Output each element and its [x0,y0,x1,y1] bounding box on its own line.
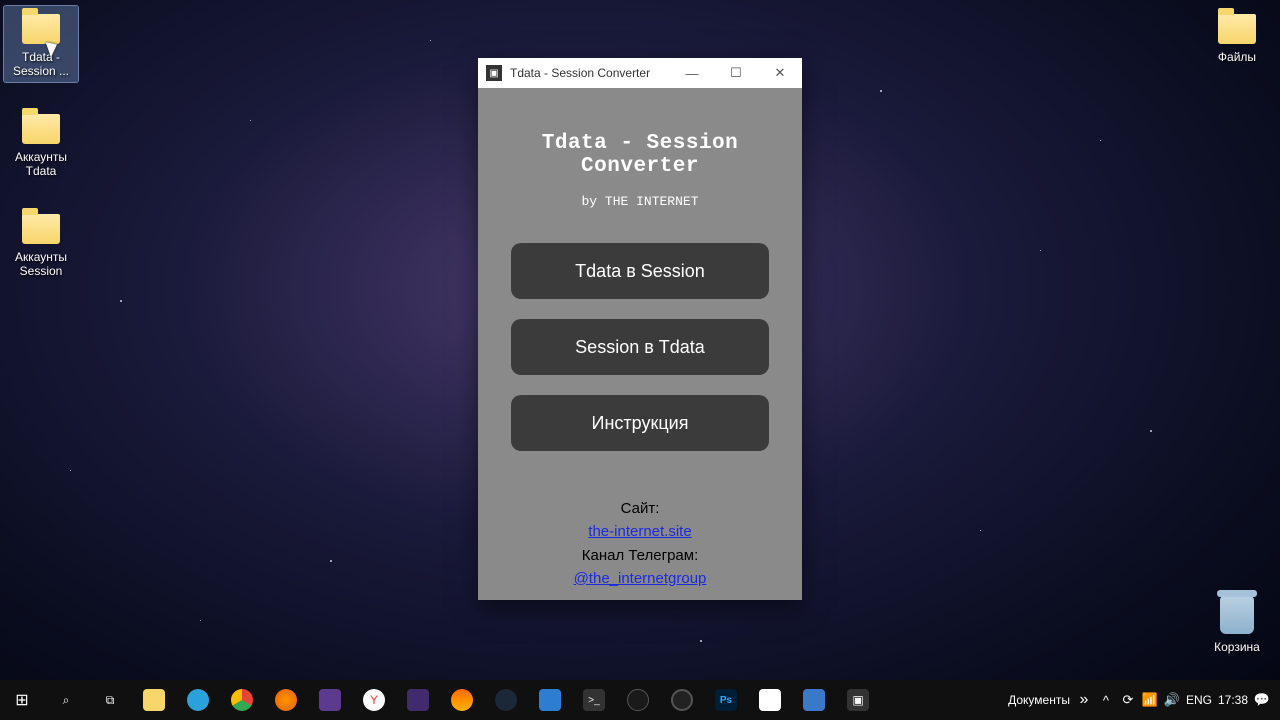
taskbar-app-4[interactable] [528,680,572,720]
tray-notifications-icon[interactable]: 💬 [1254,692,1270,708]
terminal-icon: >_ [583,689,605,711]
yandex-icon: Y [363,689,385,711]
taskbar-app-photoshop[interactable]: Ps [704,680,748,720]
tray-sync-icon[interactable]: ⟳ [1120,692,1136,708]
session-to-tdata-button[interactable]: Session в Tdata [511,319,769,375]
desktop-icon-label: Корзина [1204,640,1270,654]
taskbar-app-6[interactable] [616,680,660,720]
chrome-icon [231,689,253,711]
site-label: Сайт: [498,497,782,520]
app-subheading: by THE INTERNET [498,194,782,209]
steam-icon [495,689,517,711]
app-icon: ▣ [486,65,502,81]
desktop-icon-files[interactable]: Файлы [1200,6,1274,68]
tray-volume-icon[interactable]: 🔊 [1164,692,1180,708]
instructions-button[interactable]: Инструкция [511,395,769,451]
tray-chevron-icon[interactable]: » [1076,692,1092,708]
tray-label[interactable]: Документы [1008,693,1070,707]
window-title: Tdata - Session Converter [510,66,670,80]
app-icon [451,689,473,711]
tdata-to-session-button[interactable]: Tdata в Session [511,243,769,299]
maximize-button[interactable]: ☐ [714,58,758,88]
task-view-icon: ⧉ [99,689,121,711]
app-icon [539,689,561,711]
tray-clock[interactable]: 17:38 [1218,693,1248,707]
search-button[interactable]: ⌕ [44,680,88,720]
telegram-link[interactable]: @the_internetgroup [574,570,707,587]
taskbar-app-current[interactable]: ▣ [836,680,880,720]
desktop-icon-label: Файлы [1204,50,1270,64]
app-heading: Tdata - Session Converter [498,132,782,178]
telegram-icon [187,689,209,711]
desktop-icon-recycle-bin[interactable]: Корзина [1200,590,1274,658]
minimize-button[interactable]: — [670,58,714,88]
task-view-button[interactable]: ⧉ [88,680,132,720]
app-icon [407,689,429,711]
desktop-icon-label: Tdata - Session ... [8,50,74,78]
system-tray: Документы » ^ ⟳ 📶 🔊 ENG 17:38 💬 [998,680,1280,720]
taskbar: ⊞ ⌕ ⧉ Y >_ Ps ▣ Документы » ^ ⟳ 📶 🔊 ENG … [0,680,1280,720]
site-link[interactable]: the-internet.site [588,523,691,540]
desktop-icon-accounts-session[interactable]: Аккаунты Session [4,206,78,282]
word-icon [759,689,781,711]
folder-icon [1218,14,1256,44]
app-icon: ▣ [847,689,869,711]
taskbar-app-5[interactable]: >_ [572,680,616,720]
folder-icon [22,114,60,144]
taskbar-app-7[interactable] [792,680,836,720]
tray-language[interactable]: ENG [1186,693,1212,707]
taskbar-app-firefox[interactable] [264,680,308,720]
taskbar-app-obs[interactable] [660,680,704,720]
desktop-icon-label: Аккаунты Session [8,250,74,278]
app-icon [319,689,341,711]
firefox-icon [275,689,297,711]
obs-icon [671,689,693,711]
tray-wifi-icon[interactable]: 📶 [1142,692,1158,708]
folder-icon [22,214,60,244]
recycle-bin-icon [1220,596,1254,634]
taskbar-app-explorer[interactable] [132,680,176,720]
taskbar-app-chrome[interactable] [220,680,264,720]
photoshop-icon: Ps [715,689,737,711]
close-button[interactable]: ✕ [758,58,802,88]
tray-chevron-up-icon[interactable]: ^ [1098,692,1114,708]
app-window: ▣ Tdata - Session Converter — ☐ ✕ Tdata … [478,58,802,600]
taskbar-app-telegram[interactable] [176,680,220,720]
telegram-label: Канал Телеграм: [498,544,782,567]
titlebar[interactable]: ▣ Tdata - Session Converter — ☐ ✕ [478,58,802,88]
taskbar-app-1[interactable] [308,680,352,720]
start-button[interactable]: ⊞ [0,680,44,720]
desktop-icon-tdata-session[interactable]: Tdata - Session ... [4,6,78,82]
search-icon: ⌕ [55,689,77,711]
desktop-icon-accounts-tdata[interactable]: Аккаунты Tdata [4,106,78,182]
taskbar-app-yandex[interactable]: Y [352,680,396,720]
folder-icon [22,14,60,44]
taskbar-app-3[interactable] [440,680,484,720]
taskbar-app-steam[interactable] [484,680,528,720]
explorer-icon [143,689,165,711]
links-block: Сайт: the-internet.site Канал Телеграм: … [498,497,782,590]
app-icon [803,689,825,711]
taskbar-app-word[interactable] [748,680,792,720]
desktop-icon-label: Аккаунты Tdata [8,150,74,178]
windows-icon: ⊞ [11,689,33,711]
app-icon [627,689,649,711]
taskbar-app-2[interactable] [396,680,440,720]
